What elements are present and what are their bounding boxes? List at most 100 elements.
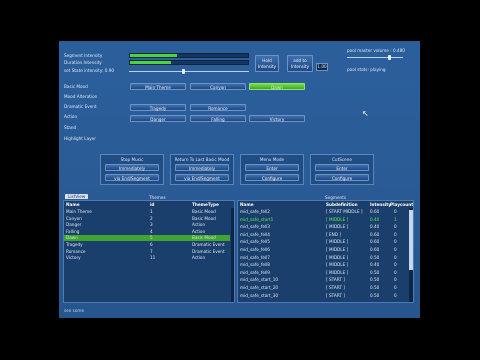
duration-intensity-bar xyxy=(129,60,249,65)
mouse-cursor-icon: ↖ xyxy=(362,109,369,118)
segment-playcount-cell: 0 xyxy=(394,254,397,260)
menu-mode-configure-button[interactable]: Configure xyxy=(245,174,299,181)
theme-type-cell: Dramatic Event xyxy=(192,242,225,247)
basic-mood-label: Basic Mood xyxy=(64,84,88,89)
segment-subdefinition-cell: [ MIDDLE ] xyxy=(326,247,349,252)
segment-playcount-cell: 0 xyxy=(394,209,397,214)
segment-name-cell: mid_safe_start1 xyxy=(240,216,274,222)
themes-table-row[interactable]: Romance 7 Dramatic Event xyxy=(64,249,230,255)
theme-button-tragedy[interactable]: Tragedy xyxy=(130,104,186,111)
segment-intensity-cell: 0.40 xyxy=(370,224,380,230)
duration-intensity-label: Duration Intensity xyxy=(64,60,102,65)
segments-header-intensity: Intensity xyxy=(370,202,392,207)
set-state-intensity-knob[interactable] xyxy=(181,69,185,74)
master-volume-slider[interactable] xyxy=(347,55,403,60)
segment-playcount-cell: 0 xyxy=(394,247,397,252)
segments-table-row[interactable]: mid_safe_start_10 [ START ] 0.50 0 xyxy=(238,277,408,283)
segment-intensity-cell: 0.50 xyxy=(370,269,380,275)
segment-subdefinition-cell: [ MIDDLE ] xyxy=(326,254,349,260)
return-basic-mood-title: Return To Last Basic Mood xyxy=(174,157,230,162)
menu-mode-title: Menu Mode xyxy=(259,157,285,162)
segment-intensity-cell: 0.60 xyxy=(370,247,380,252)
themes-table-row[interactable]: Main Theme 1 Basic Mood xyxy=(64,209,230,215)
segments-table-row[interactable]: mid_safe_fell5 [ MIDDLE ] 0.60 0 xyxy=(238,239,408,245)
themes-table-row[interactable]: Falling 4 Action xyxy=(64,229,230,235)
theme-name-cell: Dawn xyxy=(66,235,78,241)
segment-intensity-cell: 0.50 xyxy=(370,292,380,298)
segment-subdefinition-cell: [ START ] xyxy=(326,285,345,290)
theme-type-cell: Basic Mood xyxy=(192,235,216,241)
segment-intensity-cell: 0.50 xyxy=(370,285,380,290)
stop-music-title: Stop Music xyxy=(120,157,144,162)
theme-name-cell: Tragedy xyxy=(66,242,83,247)
segment-name-cell: mid_safe_start_30 xyxy=(240,292,279,298)
stand-label: Stand xyxy=(64,125,77,130)
segment-name-cell: mid_safe_fell8 xyxy=(240,262,270,268)
segments-table-row[interactable]: mid_safe_fell8 [ MIDDLE ] 0.40 0 xyxy=(238,262,408,268)
themes-table-row[interactable]: Victory 11 Action xyxy=(64,255,230,261)
theme-name-cell: Main Theme xyxy=(66,209,92,214)
theme-button-falling[interactable]: Falling xyxy=(190,115,246,122)
theme-type-cell: Basic Mood xyxy=(192,215,216,221)
themes-table-row[interactable]: Tragedy 6 Dramatic Event xyxy=(64,242,230,248)
add-to-intensity-button[interactable]: add to Intensity xyxy=(287,55,313,72)
return-immediately-button[interactable]: Immediately xyxy=(175,164,229,171)
return-basic-mood-panel: Return To Last Basic Mood Immediately vi… xyxy=(170,154,234,185)
themes-table-row[interactable]: Danger 3 Action xyxy=(64,222,230,228)
segments-scrollbar-thumb[interactable] xyxy=(409,210,413,270)
themes-table-row[interactable]: Dawn 5 Basic Mood xyxy=(64,235,230,242)
segment-name-cell: mid_safe_fell4 xyxy=(240,231,270,237)
action-label: Action xyxy=(64,114,78,119)
themes-scrollbar[interactable] xyxy=(231,208,234,302)
segments-table-row[interactable]: mid_safe_start_20 [ START ] 0.50 0 xyxy=(238,285,408,291)
master-volume-knob[interactable] xyxy=(387,55,391,60)
segments-table-row[interactable]: mid_safe_fell2 [ START MIDDLE ] 0.60 0 xyxy=(238,209,408,215)
hold-intensity-button[interactable]: Hold Intensity xyxy=(255,55,279,72)
segment-subdefinition-cell: [ START MIDDLE ] xyxy=(326,209,363,214)
master-volume-label: pool master volume : 0.480 xyxy=(347,48,405,53)
theme-name-cell: Canyon xyxy=(66,215,82,221)
theme-button-victory[interactable]: Victory xyxy=(249,115,305,122)
set-state-intensity-slider[interactable] xyxy=(129,69,249,74)
themes-header-id: id xyxy=(150,202,155,207)
segments-table-row[interactable]: mid_safe_start1 [ MIDDLE ] 0.40 1 xyxy=(238,217,408,223)
segments-table-row[interactable]: mid_safe_fell3 [ MIDDLE ] 0.40 0 xyxy=(238,224,408,230)
cutscene-configure-button[interactable]: Configure xyxy=(315,174,369,181)
segment-subdefinition-cell: [ MIDDLE ] xyxy=(326,262,349,268)
segment-intensity-cell: 0.40 xyxy=(370,216,380,222)
theme-type-cell: Basic Mood xyxy=(192,209,216,214)
add-value-field[interactable]: 1.00 xyxy=(316,63,328,71)
segment-intensity-label: Segment Intensity xyxy=(64,53,103,58)
duration-intensity-fill xyxy=(130,61,172,64)
segments-table-row[interactable]: mid_safe_start_30 [ START ] 0.50 0 xyxy=(238,293,408,299)
theme-id-cell: 1 xyxy=(150,209,153,214)
segment-playcount-cell: 0 xyxy=(394,239,397,245)
segments-table-row[interactable]: mid_safe_fell4 [ END ] 0.60 0 xyxy=(238,232,408,238)
segment-subdefinition-cell: [ START ] xyxy=(326,277,345,283)
theme-button-romance[interactable]: Romance xyxy=(190,104,246,111)
segment-subdefinition-cell: [ MIDDLE ] xyxy=(326,224,349,230)
segment-name-cell: mid_safe_start_10 xyxy=(240,277,279,283)
themes-table-header: Name id ThemeType xyxy=(64,202,234,208)
segment-name-cell: mid_safe_fell9 xyxy=(240,269,270,275)
menu-mode-enter-button[interactable]: Enter xyxy=(245,164,299,171)
segment-intensity-fill xyxy=(130,54,178,57)
stop-immediately-button[interactable]: Immediately xyxy=(105,164,159,171)
themes-table: Name id ThemeType Main Theme 1 Basic Mood C… xyxy=(63,200,235,303)
theme-id-cell: 6 xyxy=(150,242,153,247)
segments-table-row[interactable]: mid_safe_fell7 [ MIDDLE ] 0.50 0 xyxy=(238,255,408,261)
tab-listview[interactable]: ListView xyxy=(65,194,89,199)
segment-playcount-cell: 0 xyxy=(394,292,397,298)
segments-table-row[interactable]: mid_safe_fell9 [ MIDDLE ] 0.50 0 xyxy=(238,270,408,276)
return-via-end-segment-button[interactable]: via End/Segment xyxy=(175,174,229,181)
segments-scrollbar[interactable] xyxy=(409,208,413,302)
theme-button-canyon[interactable]: Canyon xyxy=(190,83,246,90)
stop-music-panel: Stop Music Immediately via End/Segment xyxy=(100,154,164,185)
themes-table-row[interactable]: Canyon 2 Basic Mood xyxy=(64,216,230,222)
segments-table-row[interactable]: mid_safe_fell6 [ MIDDLE ] 0.60 0 xyxy=(238,247,408,253)
theme-button-dawn[interactable]: Dawn xyxy=(249,83,305,90)
theme-button-main-theme[interactable]: Main Theme xyxy=(130,83,186,90)
theme-button-danger[interactable]: Danger xyxy=(130,115,186,122)
stop-via-end-segment-button[interactable]: via End/Segment xyxy=(105,174,159,181)
cutscene-enter-button[interactable]: Enter xyxy=(315,164,369,171)
